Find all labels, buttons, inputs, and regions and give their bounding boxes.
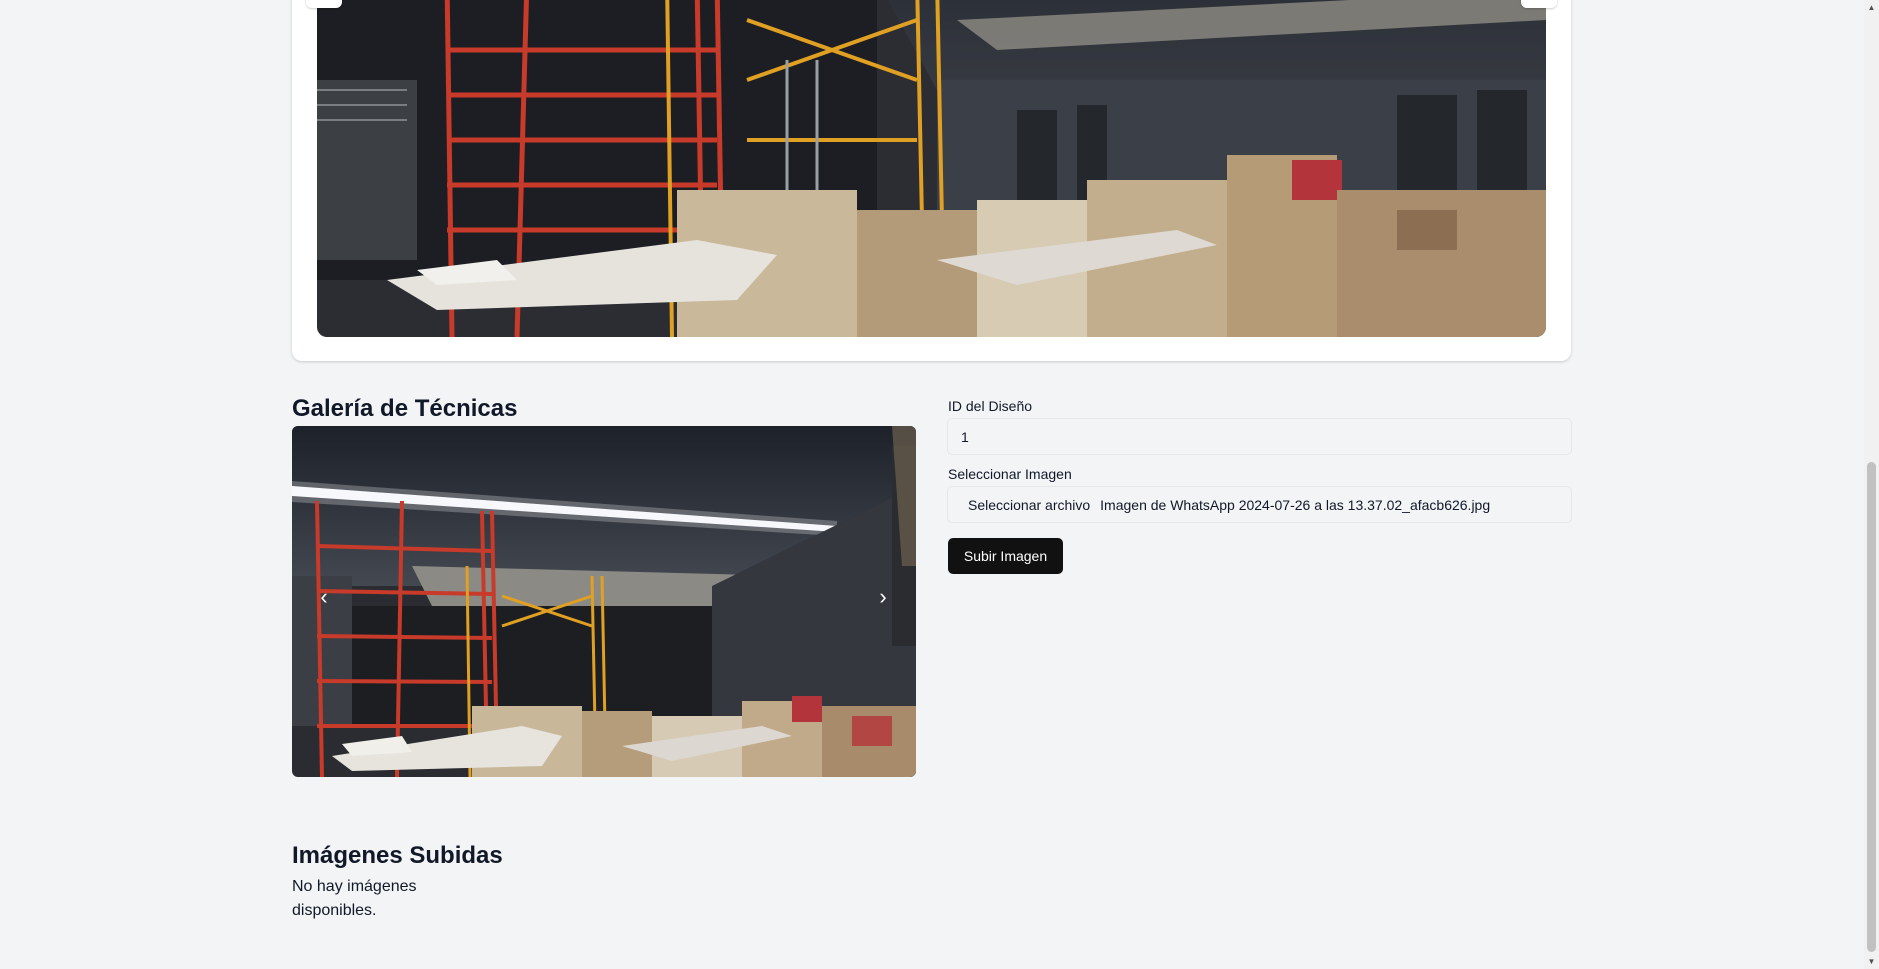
gallery-next-icon[interactable]: › <box>871 585 895 609</box>
image-file-input[interactable]: Seleccionar archivo Imagen de WhatsApp 2… <box>947 486 1572 523</box>
gallery-title: Galería de Técnicas <box>292 395 518 422</box>
gallery-carousel-image <box>292 426 916 777</box>
design-id-input[interactable]: 1 <box>947 418 1572 455</box>
empty-state-message: No hay imágenes disponibles. <box>292 878 417 919</box>
design-id-label: ID del Diseño <box>948 398 1033 414</box>
page-scrollbar[interactable]: ▲ ▼ <box>1864 0 1879 969</box>
uploaded-images-title: Imágenes Subidas <box>292 842 503 869</box>
upload-image-button[interactable]: Subir Imagen <box>948 538 1063 574</box>
scroll-down-icon[interactable]: ▼ <box>1864 954 1879 969</box>
carousel-next-button[interactable] <box>1521 0 1557 8</box>
carousel-prev-button[interactable] <box>306 0 342 8</box>
carousel-image-large <box>317 0 1546 337</box>
choose-file-button[interactable]: Seleccionar archivo <box>962 497 1096 513</box>
scroll-thumb[interactable] <box>1867 462 1876 952</box>
scroll-up-icon[interactable]: ▲ <box>1864 0 1879 15</box>
design-id-value: 1 <box>961 428 969 445</box>
carousel-card <box>292 0 1571 361</box>
gallery-prev-icon[interactable]: ‹ <box>312 585 336 609</box>
image-select-label: Seleccionar Imagen <box>948 466 1072 482</box>
selected-file-name: Imagen de WhatsApp 2024-07-26 a las 13.3… <box>1100 496 1491 513</box>
